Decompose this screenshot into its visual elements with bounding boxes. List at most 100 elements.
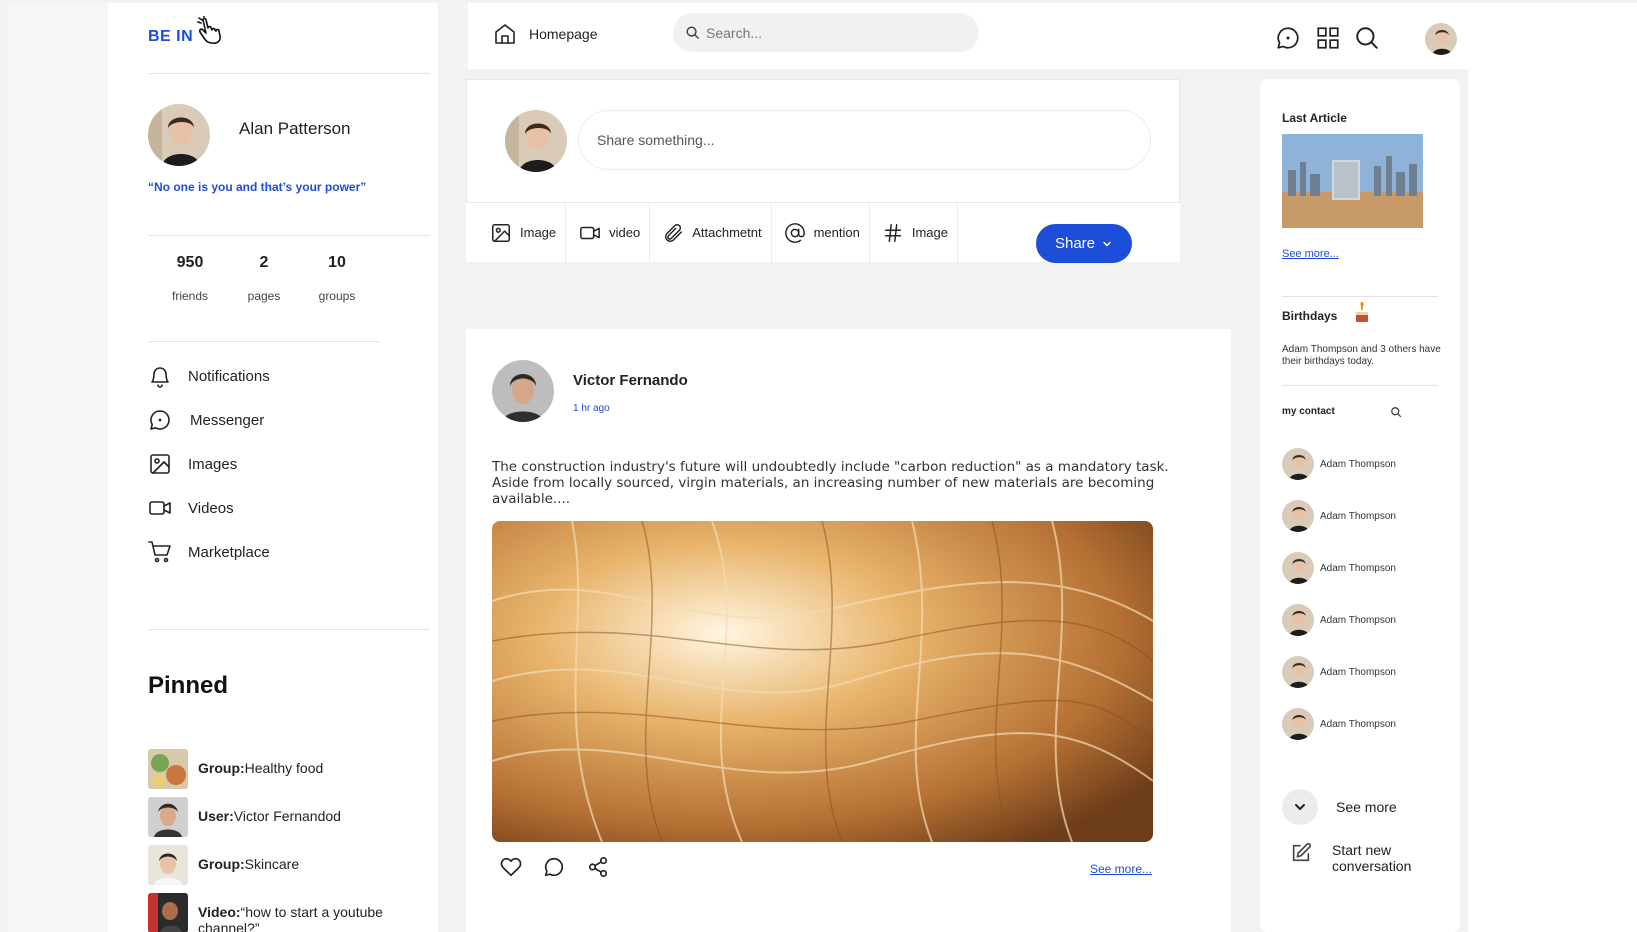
sidebar-item-marketplace[interactable]: Marketplace: [148, 540, 270, 564]
contact-name: Adam Thompson: [1320, 458, 1396, 470]
tool-label: Image: [520, 225, 557, 240]
contact-item[interactable]: Adam Thompson: [1282, 552, 1396, 584]
share-button[interactable]: Share: [1036, 224, 1132, 263]
post-author-avatar[interactable]: [492, 360, 554, 422]
video-icon: [580, 226, 601, 239]
contact-name: Adam Thompson: [1320, 614, 1396, 626]
composer-avatar: [505, 110, 567, 172]
contact-item[interactable]: Adam Thompson: [1282, 604, 1396, 636]
paperclip-icon: [665, 223, 683, 242]
stat-value: 2: [259, 254, 269, 271]
contact-name: Adam Thompson: [1320, 718, 1396, 730]
post-author-name[interactable]: Victor Fernando: [573, 372, 688, 389]
pinned-title: Pinned: [148, 672, 229, 699]
stat-label: friends: [171, 289, 209, 303]
pinned-item-group-skincare[interactable]: Group:Skincare: [148, 845, 299, 885]
divider: [148, 235, 430, 236]
contact-item[interactable]: Adam Thompson: [1282, 708, 1396, 740]
chat-icon: [150, 410, 170, 430]
contacts-see-more-button[interactable]: See more: [1282, 789, 1397, 825]
tool-image[interactable]: Image: [466, 203, 567, 262]
divider: [148, 341, 380, 342]
video-icon: [149, 501, 171, 515]
sidebar-item-messenger[interactable]: Messenger: [148, 408, 264, 432]
pinned-item-group[interactable]: Group:Healthy food: [148, 749, 323, 789]
birthday-cake-icon: [1356, 302, 1368, 322]
birthdays-title: Birthdays: [1282, 309, 1338, 323]
share-icon[interactable]: [587, 856, 609, 878]
tool-label: video: [609, 225, 641, 240]
contact-avatar: [1282, 500, 1314, 532]
composer-input[interactable]: Share something...: [578, 110, 1151, 170]
post-see-more-link[interactable]: See more...: [1090, 862, 1152, 876]
comment-icon[interactable]: [543, 856, 565, 878]
stat-friends[interactable]: 950 friends: [155, 254, 225, 303]
contact-item[interactable]: Adam Thompson: [1282, 500, 1396, 532]
article-thumbnail[interactable]: [1282, 134, 1423, 228]
article-see-more-link[interactable]: See more...: [1282, 248, 1339, 260]
tool-hashtag[interactable]: Image: [870, 203, 958, 262]
contact-avatar: [1282, 552, 1314, 584]
sidebar-item-label: Messenger: [190, 411, 265, 429]
tool-label: mention: [813, 225, 860, 240]
contact-avatar: [1282, 604, 1314, 636]
tool-attachment[interactable]: Attachmetnt: [650, 203, 772, 262]
post-timestamp: 1 hr ago: [573, 403, 610, 414]
stat-label: pages: [247, 289, 281, 303]
tool-video[interactable]: video: [566, 203, 651, 262]
sidebar-item-label: Marketplace: [188, 543, 270, 561]
bell-icon: [151, 367, 169, 388]
sidebar-item-label: Images: [188, 455, 238, 473]
composer-placeholder: Share something...: [597, 132, 715, 148]
contact-item[interactable]: Adam Thompson: [1282, 656, 1396, 688]
cart-icon: [148, 541, 171, 563]
new-conversation-label: Start new conversation: [1332, 842, 1412, 874]
logo-text: BE IN: [148, 28, 194, 45]
divider: [148, 629, 430, 630]
pinned-thumbnail: [148, 749, 188, 789]
like-heart-icon[interactable]: [500, 856, 522, 878]
divider: [1282, 296, 1438, 297]
share-label: Share: [1054, 235, 1096, 252]
pinned-thumbnail: [148, 797, 188, 837]
grid-icon[interactable]: [1315, 25, 1341, 51]
profile-avatar[interactable]: [148, 104, 210, 166]
stat-value: 10: [328, 254, 346, 271]
pinned-item-video[interactable]: Video:“how to start a youtube channel?”: [148, 893, 418, 932]
tool-mention[interactable]: mention: [772, 203, 870, 262]
search-bar[interactable]: [673, 13, 979, 52]
page-gutter-right: [1468, 3, 1637, 932]
profile-name[interactable]: Alan Patterson: [239, 119, 351, 139]
stat-label: groups: [318, 289, 356, 303]
chevron-down-icon: [1295, 804, 1305, 810]
search-icon[interactable]: [1354, 25, 1380, 51]
contact-name: Adam Thompson: [1320, 666, 1396, 678]
start-new-conversation-button[interactable]: Start new conversation: [1290, 842, 1432, 874]
last-article-title: Last Article: [1282, 111, 1347, 125]
chat-icon[interactable]: [1275, 25, 1301, 51]
stat-pages[interactable]: 2 pages: [229, 254, 299, 303]
search-input[interactable]: [706, 24, 956, 41]
contact-item[interactable]: Adam Thompson: [1282, 448, 1396, 480]
sidebar-item-videos[interactable]: Videos: [148, 496, 234, 520]
stat-groups[interactable]: 10 groups: [302, 254, 372, 303]
divider: [1282, 385, 1438, 386]
pinned-item-user[interactable]: User:Victor Fernandod: [148, 797, 341, 837]
contact-name: Adam Thompson: [1320, 562, 1396, 574]
sidebar-item-notifications[interactable]: Notifications: [148, 364, 270, 388]
edit-icon: [1292, 842, 1312, 862]
user-avatar[interactable]: [1425, 23, 1457, 55]
tool-label: Attachmetnt: [692, 225, 762, 240]
contact-search-icon[interactable]: [1390, 406, 1402, 418]
birthdays-text: Adam Thompson and 3 others have their bi…: [1282, 344, 1441, 367]
pinned-thumbnail: [148, 893, 188, 932]
divider: [148, 73, 430, 74]
nav-homepage[interactable]: Homepage: [493, 22, 598, 46]
tool-label: Image: [911, 225, 948, 240]
stat-value: 950: [176, 254, 204, 271]
post-image[interactable]: [492, 521, 1153, 842]
brand-logo[interactable]: BE IN: [148, 16, 229, 46]
search-icon: [686, 26, 699, 39]
chevron-circle: [1282, 789, 1318, 825]
sidebar-item-images[interactable]: Images: [148, 452, 237, 476]
